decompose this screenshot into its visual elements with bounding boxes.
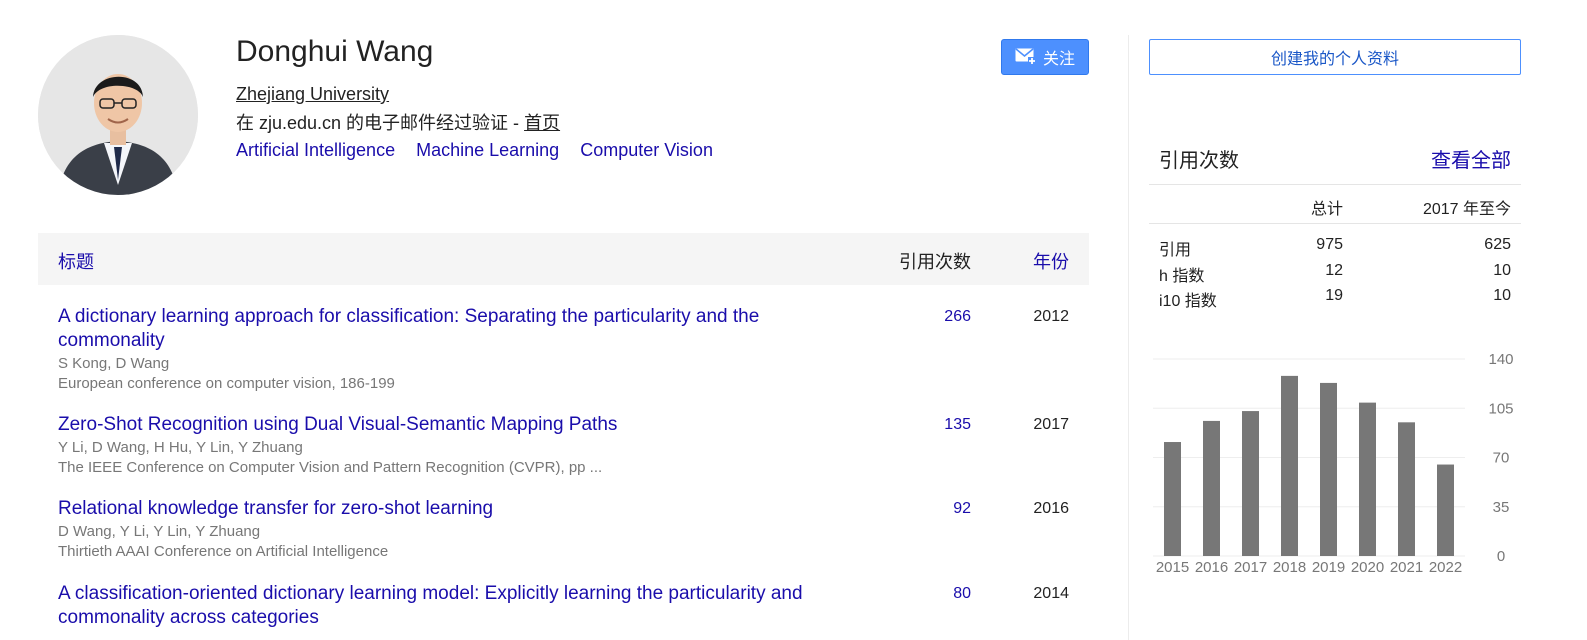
chart-bar xyxy=(1203,420,1220,556)
stat-row-citations: 引用 975 625 xyxy=(1149,236,1521,261)
interest-link-cv[interactable]: Computer Vision xyxy=(580,140,713,160)
chart-x-tick-label: 2022 xyxy=(1429,559,1462,576)
envelope-plus-icon xyxy=(1015,48,1036,65)
create-profile-button[interactable]: 创建我的个人资料 xyxy=(1149,39,1521,75)
table-row: Zero-Shot Recognition using Dual Visual-… xyxy=(38,413,1089,483)
paper-authors: D Wang, Y Li, Y Lin, Y Zhuang xyxy=(58,523,261,540)
column-divider xyxy=(1128,35,1129,640)
table-row: A classification-oriented dictionary lea… xyxy=(38,582,1089,640)
paper-title-link[interactable]: A dictionary learning approach for class… xyxy=(58,305,818,353)
chart-x-tick-label: 2020 xyxy=(1351,559,1384,576)
stat-row-i10-index: i10 指数 19 10 xyxy=(1149,287,1521,312)
verified-email-line: 在 zju.edu.cn 的电子邮件经过验证 - 首页 xyxy=(236,109,560,135)
chart-bar xyxy=(1281,375,1298,556)
col-total-label: 总计 xyxy=(1310,201,1343,218)
stat-since: 625 xyxy=(1484,236,1511,253)
chart-y-tick-label: 105 xyxy=(1488,400,1513,417)
chart-x-tick-label: 2016 xyxy=(1195,559,1228,576)
chart-x-tick-label: 2015 xyxy=(1156,559,1189,576)
stat-label: h 指数 xyxy=(1159,268,1205,285)
follow-label: 关注 xyxy=(1042,51,1075,68)
chart-y-tick-label: 35 xyxy=(1493,499,1510,516)
cited-by-header: 引用次数 xyxy=(899,252,971,272)
profile-name: Donghui Wang xyxy=(236,35,434,68)
sort-by-year-link[interactable]: 年份 xyxy=(1033,248,1069,274)
stat-total: 975 xyxy=(1316,236,1343,253)
stat-total: 12 xyxy=(1325,262,1343,279)
citations-columns: 总计 2017 年至今 xyxy=(1149,185,1521,224)
verified-email-text: 在 zju.edu.cn 的电子邮件经过验证 - xyxy=(236,113,525,133)
publications-table-header: 标题 引用次数 年份 xyxy=(38,233,1089,285)
citations-title: 引用次数 xyxy=(1159,150,1239,172)
paper-cited-by-link[interactable]: 92 xyxy=(953,500,971,518)
chart-x-tick-label: 2021 xyxy=(1390,559,1423,576)
paper-year: 2012 xyxy=(1033,308,1069,325)
paper-title-link[interactable]: Relational knowledge transfer for zero-s… xyxy=(58,497,818,521)
stat-label: 引用 xyxy=(1159,242,1192,259)
paper-authors: S Kong, D Wang xyxy=(58,355,170,372)
research-interests: Artificial Intelligence Machine Learning… xyxy=(236,140,729,161)
chart-bar xyxy=(1437,464,1454,556)
view-all-link[interactable]: 查看全部 xyxy=(1431,144,1511,173)
profile-photo-image xyxy=(38,35,198,195)
paper-authors: Y Li, D Wang, H Hu, Y Lin, Y Zhuang xyxy=(58,439,303,456)
paper-cited-by-link[interactable]: 80 xyxy=(953,585,971,603)
table-row: A dictionary learning approach for class… xyxy=(38,305,1089,397)
interest-link-ai[interactable]: Artificial Intelligence xyxy=(236,140,395,160)
paper-year: 2016 xyxy=(1033,500,1069,517)
citations-header: 引用次数 查看全部 xyxy=(1149,140,1521,185)
chart-bar xyxy=(1398,422,1415,556)
paper-year: 2017 xyxy=(1033,416,1069,433)
chart-x-tick-label: 2019 xyxy=(1312,559,1345,576)
chart-x-tick-label: 2017 xyxy=(1234,559,1267,576)
chart-bar xyxy=(1242,411,1259,556)
stat-total: 19 xyxy=(1325,287,1343,304)
paper-venue: European conference on computer vision, … xyxy=(58,375,395,392)
sort-by-title-link[interactable]: 标题 xyxy=(58,248,94,274)
citations-per-year-chart: 0 35 70 105 140 2015 2016 2017 2018 2019 2020 2021 2… xyxy=(1153,351,1514,576)
follow-button[interactable]: 关注 xyxy=(1001,39,1089,75)
chart-y-tick-label: 70 xyxy=(1493,450,1510,467)
chart-x-tick-label: 2018 xyxy=(1273,559,1306,576)
chart-y-tick-label: 140 xyxy=(1488,351,1513,368)
homepage-link[interactable]: 首页 xyxy=(524,113,560,133)
chart-y-tick-label: 0 xyxy=(1497,548,1505,565)
col-since-label: 2017 年至今 xyxy=(1422,201,1511,218)
paper-venue: Thirtieth AAAI Conference on Artificial … xyxy=(58,543,389,560)
paper-cited-by-link[interactable]: 135 xyxy=(944,416,971,434)
interest-link-ml[interactable]: Machine Learning xyxy=(416,140,559,160)
chart-bar xyxy=(1359,402,1376,556)
profile-photo xyxy=(38,35,198,195)
stat-since: 10 xyxy=(1493,262,1511,279)
chart-bar xyxy=(1164,442,1181,556)
paper-title-link[interactable]: A classification-oriented dictionary lea… xyxy=(58,582,818,630)
paper-cited-by-link[interactable]: 266 xyxy=(944,308,971,326)
stat-label: i10 指数 xyxy=(1159,293,1217,310)
table-row: Relational knowledge transfer for zero-s… xyxy=(38,497,1089,567)
paper-venue: The IEEE Conference on Computer Vision a… xyxy=(58,459,603,476)
chart-bar xyxy=(1320,382,1337,556)
stat-since: 10 xyxy=(1493,287,1511,304)
stat-row-h-index: h 指数 12 10 xyxy=(1149,262,1521,287)
affiliation-link[interactable]: Zhejiang University xyxy=(236,84,389,105)
paper-year: 2014 xyxy=(1033,585,1069,602)
paper-title-link[interactable]: Zero-Shot Recognition using Dual Visual-… xyxy=(58,413,818,437)
